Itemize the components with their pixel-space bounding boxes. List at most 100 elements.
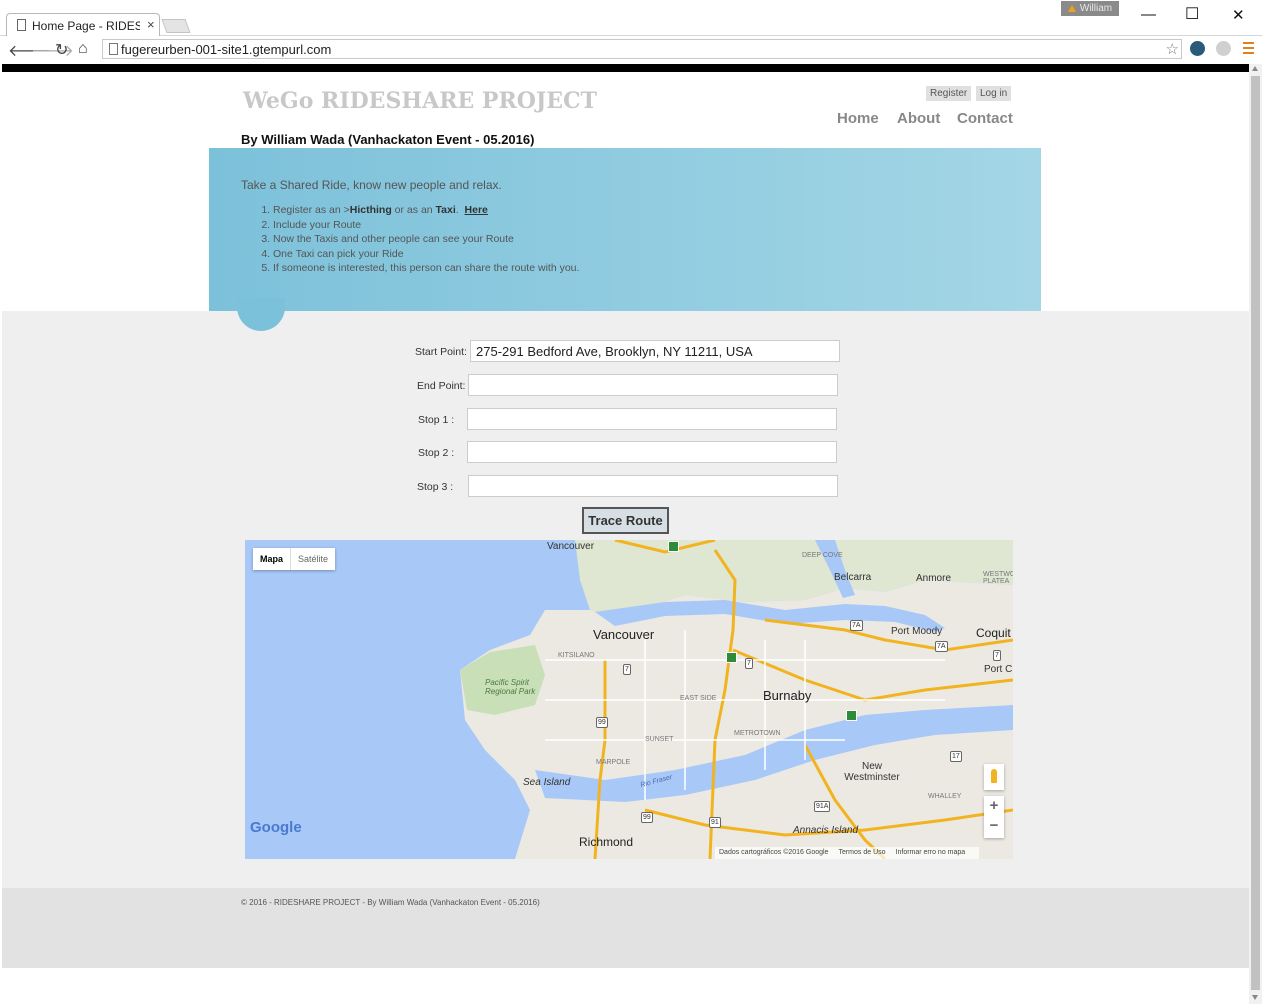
nav-about[interactable]: About bbox=[897, 110, 940, 127]
reload-icon[interactable]: ↻ bbox=[55, 40, 68, 60]
page-icon bbox=[17, 19, 26, 31]
page-footer: © 2016 - RIDESHARE PROJECT - By William … bbox=[2, 888, 1249, 968]
register-here-link[interactable]: Here bbox=[465, 204, 488, 216]
register-link[interactable]: Register bbox=[926, 86, 972, 101]
page-info-icon bbox=[109, 43, 118, 55]
map-type-map[interactable]: Mapa bbox=[253, 548, 292, 570]
stop3-input[interactable] bbox=[468, 475, 838, 497]
scroll-thumb[interactable] bbox=[1251, 76, 1260, 990]
map-label: EAST SIDE bbox=[680, 695, 717, 702]
site-title[interactable]: WeGo RIDESHARE PROJECT bbox=[243, 88, 597, 114]
start-point-input[interactable] bbox=[470, 340, 840, 362]
byline: By William Wada (Vanhackaton Event - 05.… bbox=[241, 132, 535, 147]
map-label: Port Moody bbox=[891, 626, 943, 637]
trans-canada-shield-icon bbox=[846, 710, 857, 721]
map-label: Pacific Spirit Regional Park bbox=[485, 678, 536, 696]
login-link[interactable]: Log in bbox=[976, 86, 1012, 101]
tab-title: Home Page - RIDESH bbox=[32, 19, 140, 33]
nav-contact[interactable]: Contact bbox=[957, 110, 1013, 127]
featured-banner: Take a Shared Ride, know new people and … bbox=[209, 148, 1041, 311]
map-canvas[interactable] bbox=[245, 540, 1013, 859]
step-item: If someone is interested, this person ca… bbox=[273, 261, 579, 276]
address-bar[interactable]: fugereurben-001-site1.gtempurl.com ☆ bbox=[102, 39, 1182, 59]
stop1-label: Stop 1 : bbox=[418, 414, 455, 426]
page-topbar bbox=[2, 64, 1249, 72]
highway-shield: 7A bbox=[935, 641, 948, 652]
map-type-satellite[interactable]: Satélite bbox=[291, 548, 335, 570]
end-point-input[interactable] bbox=[468, 374, 838, 396]
map-label: New Westminster bbox=[844, 761, 900, 783]
stop2-input[interactable] bbox=[467, 441, 837, 463]
warning-icon bbox=[1067, 5, 1076, 12]
chrome-menu-icon[interactable] bbox=[1243, 42, 1254, 57]
step-item: One Taxi can pick your Ride bbox=[273, 247, 579, 262]
map-label: Vancouver bbox=[593, 627, 655, 642]
copyright-text: © 2016 - RIDESHARE PROJECT - By William … bbox=[241, 898, 540, 907]
page-scrollbar[interactable] bbox=[1249, 64, 1262, 1004]
map-label: SUNSET bbox=[645, 736, 674, 743]
stop2-label: Stop 2 : bbox=[418, 447, 455, 459]
browser-tab[interactable]: Home Page - RIDESH × bbox=[6, 13, 160, 37]
highway-shield: 7 bbox=[745, 658, 753, 669]
extension-icon[interactable] bbox=[1190, 41, 1205, 56]
map-attribution: Dados cartográficos ©2016 Google Termos d… bbox=[715, 847, 980, 859]
step-item: Include your Route bbox=[273, 218, 579, 233]
minimize-icon[interactable]: — bbox=[1141, 6, 1156, 23]
scroll-up-icon[interactable] bbox=[1252, 66, 1258, 71]
tab-close-icon[interactable]: × bbox=[147, 17, 155, 32]
map-label: Vancouver bbox=[547, 541, 595, 552]
zoom-control: + − bbox=[984, 796, 1004, 838]
route-map[interactable]: Mapa Satélite Vancouver DEEP COVE Belcarr… bbox=[245, 540, 1013, 859]
url-text: fugereurben-001-site1.gtempurl.com bbox=[121, 42, 332, 57]
highway-shield: 99 bbox=[641, 812, 653, 823]
map-label: METROTOWN bbox=[734, 730, 781, 737]
stop3-label: Stop 3 : bbox=[417, 481, 454, 493]
map-type-control[interactable]: Mapa Satélite bbox=[253, 548, 336, 570]
zoom-in-button[interactable]: + bbox=[984, 796, 1004, 816]
street-view-pegman-icon[interactable] bbox=[984, 764, 1004, 790]
extension-puzzle-icon[interactable] bbox=[1216, 41, 1231, 56]
browser-titlebar: Home Page - RIDESH × William — ☐ ✕ bbox=[0, 0, 1262, 37]
map-label: Coquit bbox=[976, 626, 1011, 640]
start-point-label: Start Point: bbox=[415, 346, 467, 358]
map-label: Port C bbox=[984, 664, 1013, 675]
trace-route-button[interactable]: Trace Route bbox=[582, 507, 669, 534]
new-tab-button[interactable] bbox=[161, 19, 191, 33]
map-label: Burnaby bbox=[763, 688, 812, 703]
maximize-icon[interactable]: ☐ bbox=[1185, 4, 1199, 24]
map-label: Richmond bbox=[579, 835, 634, 849]
map-label: Sea Island bbox=[523, 777, 571, 788]
step-item: Register as an >Hicthing or as an Taxi. … bbox=[273, 203, 579, 218]
highway-shield: 7A bbox=[850, 620, 863, 631]
highway-shield: 91A bbox=[814, 801, 831, 812]
map-label: Belcarra bbox=[834, 572, 872, 583]
map-data-credit: Dados cartográficos ©2016 Google bbox=[719, 849, 829, 856]
profile-button[interactable]: William bbox=[1061, 1, 1119, 16]
zoom-out-button[interactable]: − bbox=[984, 816, 1004, 836]
highway-shield: 91 bbox=[709, 817, 721, 828]
map-label: WESTWO PLATEA bbox=[983, 571, 1013, 585]
map-label: Annacis Island bbox=[793, 825, 859, 836]
trans-canada-shield-icon bbox=[668, 541, 679, 552]
step-item: Now the Taxis and other people can see y… bbox=[273, 232, 579, 247]
nav-home[interactable]: Home bbox=[837, 110, 879, 127]
featured-intro: Take a Shared Ride, know new people and … bbox=[241, 178, 502, 192]
close-window-icon[interactable]: ✕ bbox=[1232, 6, 1245, 24]
map-terms-link[interactable]: Termos de Uso bbox=[838, 849, 885, 856]
map-label: MARPOLE bbox=[596, 759, 631, 766]
map-report-link[interactable]: Informar erro no mapa bbox=[896, 849, 966, 856]
google-logo[interactable]: Google bbox=[250, 819, 302, 836]
map-label: DEEP COVE bbox=[802, 552, 843, 559]
highway-shield: 7 bbox=[993, 650, 1001, 661]
home-icon[interactable]: ⌂ bbox=[78, 40, 88, 58]
end-point-label: End Point: bbox=[417, 380, 466, 392]
highway-shield: 99 bbox=[596, 717, 608, 728]
stop1-input[interactable] bbox=[467, 408, 837, 430]
trans-canada-shield-icon bbox=[726, 652, 737, 663]
bookmark-star-icon[interactable]: ☆ bbox=[1166, 40, 1179, 58]
highway-shield: 7 bbox=[623, 664, 631, 675]
map-label: Anmore bbox=[916, 573, 952, 584]
scroll-down-icon[interactable] bbox=[1252, 995, 1258, 1000]
highway-shield: 17 bbox=[950, 751, 962, 762]
map-label: WHALLEY bbox=[928, 793, 962, 800]
